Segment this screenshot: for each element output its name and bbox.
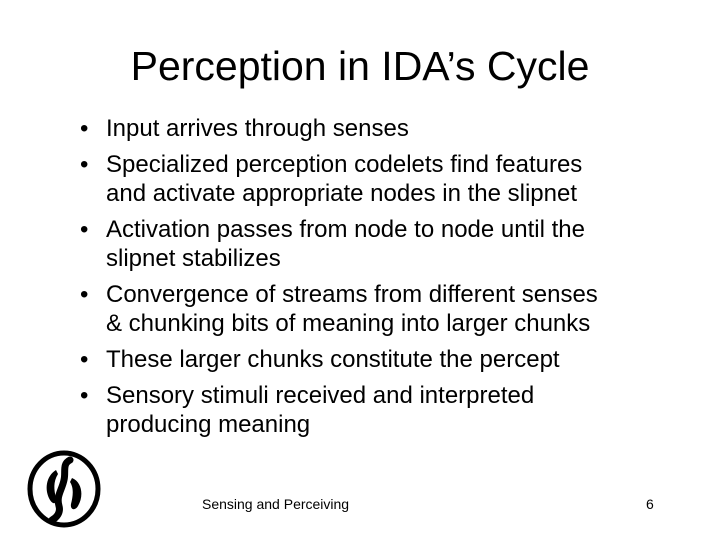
bullet-item: • Input arrives through senses (80, 114, 710, 143)
bullet-line: Input arrives through senses (106, 115, 409, 142)
bullet-dot: • (80, 382, 89, 409)
bullet-line: Activation passes from node to node unti… (106, 216, 585, 243)
bullet-line: Specialized perception codelets find fea… (106, 151, 583, 178)
slide: Perception in IDA’s Cycle • Input arrive… (0, 0, 720, 540)
bullet-item: • Convergence of streams from different … (80, 280, 710, 338)
page-number: 6 (646, 496, 654, 512)
bullet-line: These larger chunks constitute the perce… (106, 346, 560, 373)
bullet-dot: • (80, 346, 89, 373)
bullet-line: & chunking bits of meaning into larger c… (106, 310, 591, 337)
bullet-list: • Input arrives through senses • Special… (80, 114, 710, 446)
bullet-line: Convergence of streams from different se… (106, 281, 598, 308)
bullet-dot: • (80, 216, 89, 243)
bullet-dot: • (80, 115, 89, 142)
footer-text: Sensing and Perceiving (202, 496, 350, 512)
bullet-line: slipnet stabilizes (106, 245, 281, 272)
bullet-line: Sensory stimuli received and interpreted (106, 382, 535, 409)
bullet-dot: • (80, 281, 89, 308)
bullet-line: producing meaning (106, 411, 311, 438)
stylized-swirl-logo-icon (27, 450, 101, 528)
slide-title: Perception in IDA’s Cycle (130, 43, 590, 89)
bullet-item: • Sensory stimuli received and interpret… (80, 381, 710, 439)
bullet-item: • Specialized perception codelets find f… (80, 150, 710, 208)
bullet-item: • Activation passes from node to node un… (80, 215, 710, 273)
bullet-item: • These larger chunks constitute the per… (80, 345, 710, 374)
bullet-dot: • (80, 151, 89, 178)
bullet-line: and activate appropriate nodes in the sl… (106, 180, 577, 207)
